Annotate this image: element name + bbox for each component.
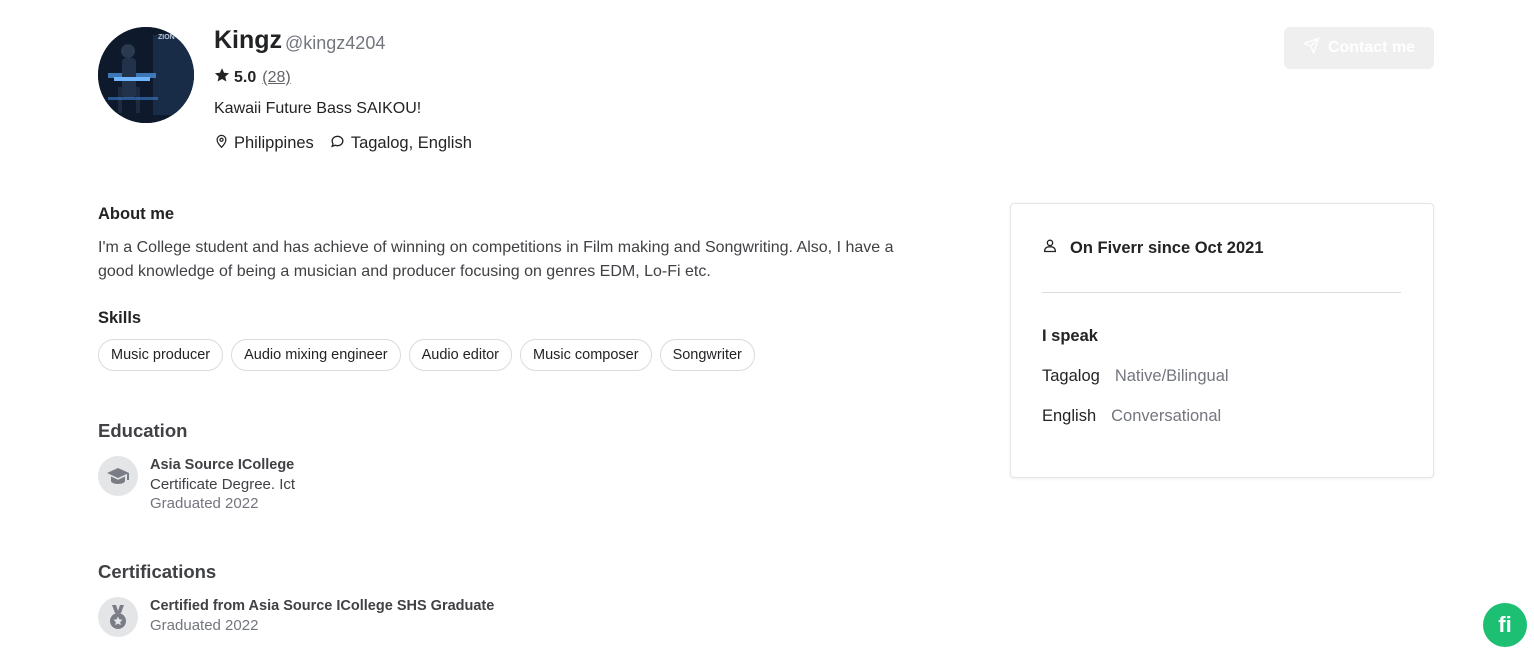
language-level: Native/Bilingual: [1114, 367, 1229, 385]
education-heading: Education: [98, 420, 188, 441]
review-count-link[interactable]: (28): [262, 69, 290, 87]
education-degree: Certificate Degree. Ict: [150, 476, 296, 493]
languages-text: Tagalog, English: [350, 134, 472, 152]
user-icon: [1042, 237, 1058, 259]
profile-name: Kingz: [214, 26, 283, 54]
skill-chip[interactable]: Music composer: [520, 339, 652, 371]
skills-heading: Skills: [98, 309, 142, 327]
location: Philippines: [214, 133, 314, 154]
svg-text:ZION: ZION: [158, 34, 175, 41]
profile-meta: Philippines Tagalog, English: [214, 133, 487, 154]
skill-chip[interactable]: Audio editor: [408, 339, 512, 371]
star-icon: [214, 67, 230, 88]
profile-tagline: Kawaii Future Bass SAIKOU!: [214, 100, 422, 117]
language-row: Tagalog Native/Bilingual: [1042, 367, 1229, 386]
education-school: Asia Source ICollege: [150, 457, 295, 473]
card-divider: [1042, 292, 1401, 293]
certification-graduated: Graduated 2022: [150, 617, 259, 634]
member-since-text: On Fiverr since Oct 2021: [1070, 238, 1264, 257]
fiverr-logo-icon: fi: [1498, 612, 1512, 637]
skills-list: Music producer Audio mixing engineer Aud…: [98, 339, 755, 371]
graduation-cap-icon: [98, 456, 138, 496]
avatar[interactable]: ZION: [98, 27, 194, 123]
language-name: Tagalog: [1042, 367, 1100, 385]
languages: Tagalog, English: [329, 133, 472, 154]
certification-entry: Certified from Asia Source ICollege SHS …: [150, 597, 494, 635]
medal-icon: [98, 597, 138, 637]
chat-bubble-icon: [329, 133, 346, 154]
fiverr-chat-button[interactable]: fi: [1483, 603, 1527, 647]
speak-heading: I speak: [1042, 327, 1098, 345]
location-pin-icon: [214, 133, 229, 154]
contact-me-label: Contact me: [1327, 39, 1416, 56]
education-graduated: Graduated 2022: [150, 495, 259, 512]
skill-chip[interactable]: Audio mixing engineer: [231, 339, 401, 371]
rating-score: 5.0: [234, 68, 257, 86]
skill-chip[interactable]: Songwriter: [659, 339, 755, 371]
send-icon: [1302, 37, 1320, 59]
skill-chip[interactable]: Music producer: [98, 339, 224, 371]
member-since: On Fiverr since Oct 2021: [1042, 237, 1264, 259]
language-level: Conversational: [1111, 407, 1222, 425]
language-row: English Conversational: [1042, 407, 1221, 426]
location-text: Philippines: [234, 134, 314, 152]
rating: 5.0 (28): [214, 67, 291, 88]
certifications-heading: Certifications: [98, 561, 217, 582]
education-entry: Asia Source ICollege Certificate Degree.…: [150, 456, 295, 513]
certification-title: Certified from Asia Source ICollege SHS …: [150, 598, 495, 614]
profile-handle: @kingz4204: [285, 33, 386, 53]
language-name: English: [1042, 407, 1097, 425]
about-text: I'm a College student and has achieve of…: [98, 239, 894, 280]
about-heading: About me: [98, 205, 175, 223]
contact-me-button[interactable]: Contact me: [1284, 27, 1434, 69]
